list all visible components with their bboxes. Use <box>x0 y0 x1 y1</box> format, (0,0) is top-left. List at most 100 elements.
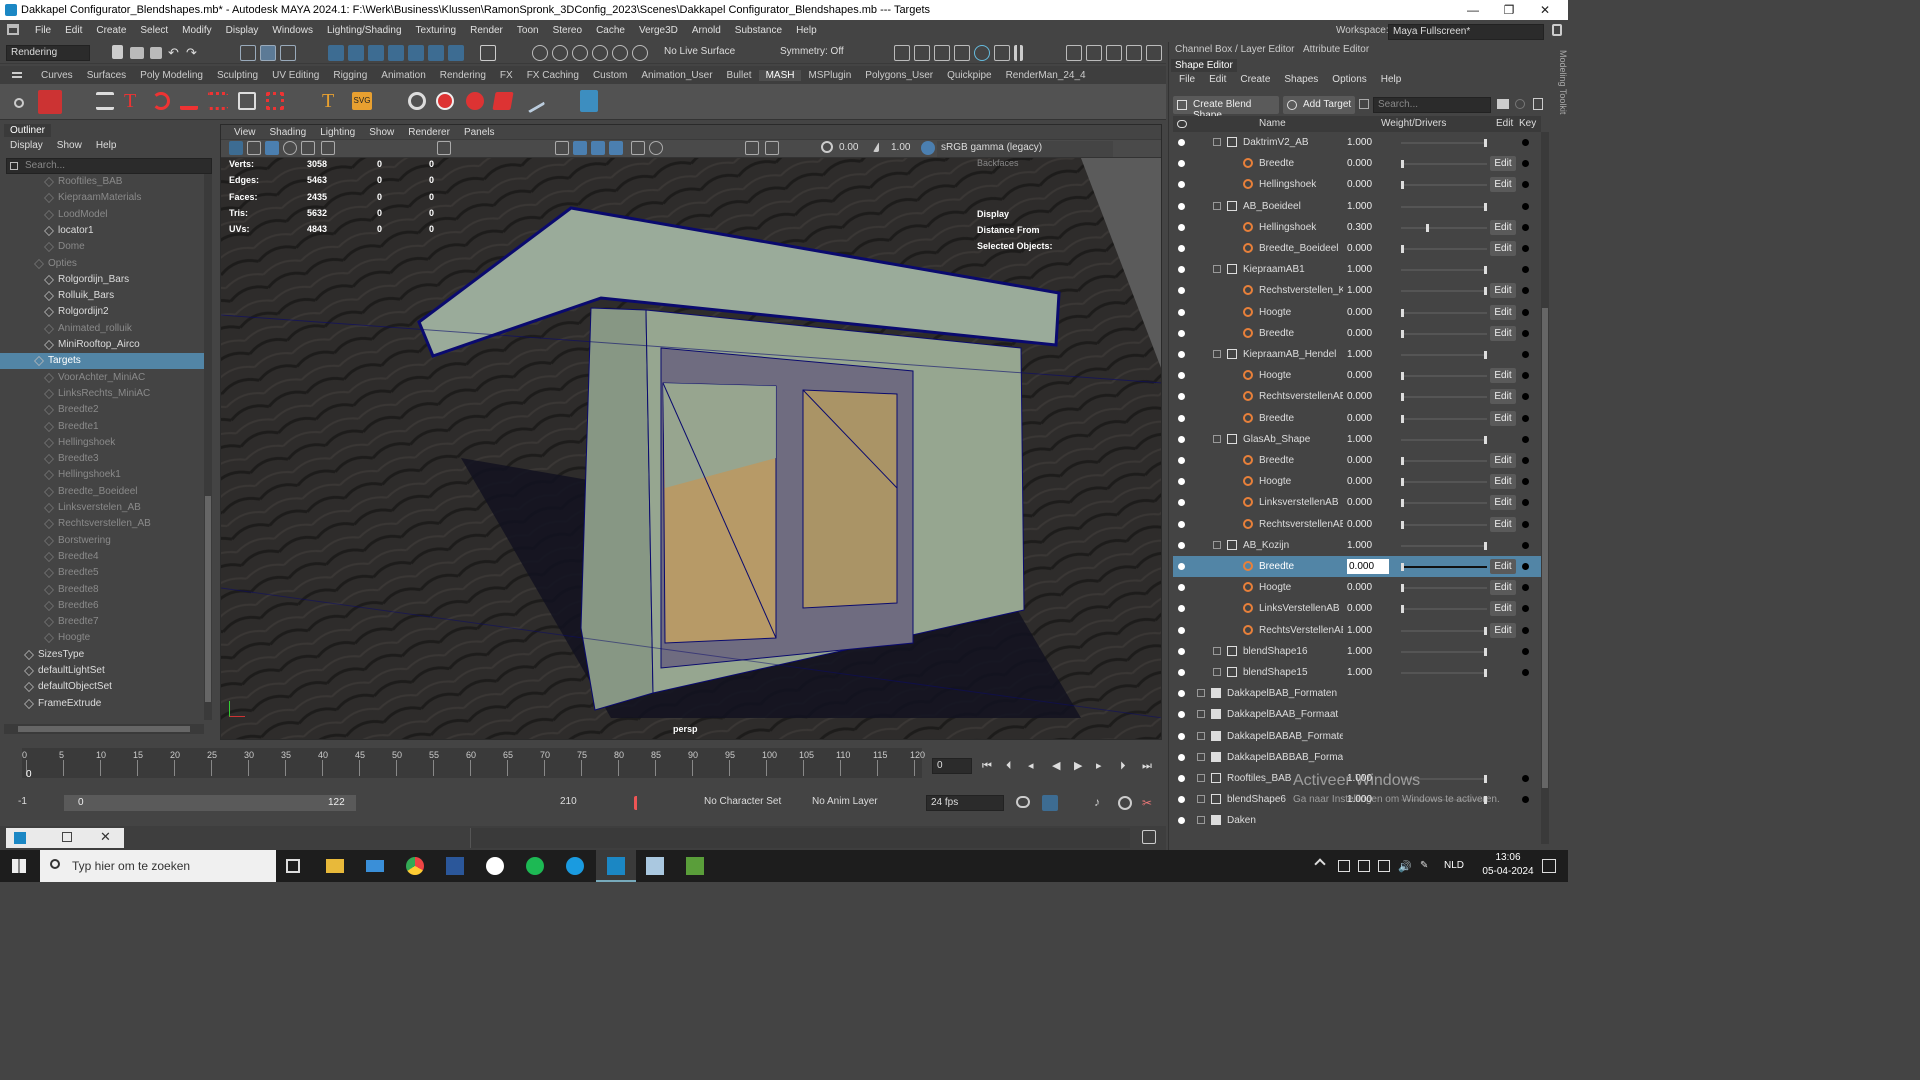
close-preview-icon[interactable]: ✕ <box>100 829 111 845</box>
outliner-menu-show[interactable]: Show <box>57 140 82 151</box>
volume-icon[interactable]: 🔊 <box>1398 860 1412 873</box>
edit-button[interactable]: Edit <box>1490 368 1516 384</box>
target-row[interactable]: Hoogte 0.000 Edit <box>1173 302 1541 323</box>
shelf-tab-7[interactable]: Rendering <box>433 70 493 81</box>
outliner-menu-display[interactable]: Display <box>10 140 43 151</box>
key-icon[interactable] <box>1522 775 1529 782</box>
expand-icon[interactable] <box>1197 731 1205 740</box>
menu-item-13[interactable]: Verge3D <box>632 25 685 36</box>
symmetry-dropdown[interactable]: Symmetry: Off <box>776 45 860 61</box>
tab-channel-box[interactable]: Channel Box / Layer Editor <box>1175 44 1295 55</box>
range-inner-start[interactable]: 0 <box>78 797 84 808</box>
script-editor-icon[interactable] <box>1142 830 1156 844</box>
menu-item-2[interactable]: Create <box>89 25 133 36</box>
visibility-icon[interactable] <box>1178 181 1185 189</box>
tool-settings-icon[interactable] <box>1106 45 1122 61</box>
folder-row[interactable]: DakkapelBAAB_Formaat <box>1173 704 1541 725</box>
shelf-settings-icon[interactable] <box>14 98 24 108</box>
weight-field[interactable]: 1.000 <box>1347 429 1389 450</box>
expand-icon[interactable] <box>1197 710 1205 719</box>
menu-item-6[interactable]: Windows <box>265 25 320 36</box>
visibility-icon[interactable] <box>1178 266 1185 274</box>
folder-row[interactable]: DakkapelBAB_Formaten <box>1173 683 1541 704</box>
arnold-render-icon[interactable] <box>994 45 1010 61</box>
new-folder-icon[interactable] <box>1497 99 1509 109</box>
home-icon[interactable] <box>7 24 19 35</box>
visibility-icon[interactable] <box>1178 202 1185 210</box>
step-back-icon[interactable]: ◂ <box>1028 758 1044 774</box>
key-icon[interactable] <box>1522 181 1529 189</box>
key-icon[interactable] <box>1522 605 1529 613</box>
menu-item-12[interactable]: Cache <box>589 25 632 36</box>
shelf-tab-8[interactable]: FX <box>493 70 520 81</box>
expand-icon[interactable] <box>1197 752 1205 761</box>
save-scene-icon[interactable] <box>150 47 162 59</box>
collapse-icon[interactable] <box>1213 265 1221 274</box>
weight-slider[interactable] <box>1401 541 1487 550</box>
blendshape-row[interactable]: blendShape15 1.000 <box>1173 662 1541 683</box>
se-menu-shapes[interactable]: Shapes <box>1284 74 1318 85</box>
range-inner-end[interactable]: 122 <box>328 797 345 808</box>
outliner-row[interactable]: Linksverstelen_AB <box>0 500 204 516</box>
edit-button[interactable]: Edit <box>1490 474 1516 490</box>
shelf-tab-9[interactable]: FX Caching <box>520 70 586 81</box>
outliner-row[interactable]: Hoogte <box>0 630 204 646</box>
menu-item-16[interactable]: Help <box>789 25 824 36</box>
edit-button[interactable]: Edit <box>1490 495 1516 511</box>
outliner-row[interactable]: Breedte6 <box>0 598 204 614</box>
input-ops-icon[interactable] <box>532 45 548 61</box>
wunderlist-icon[interactable] <box>486 857 504 875</box>
weight-field[interactable]: 1.000 <box>1347 196 1389 217</box>
shelf-tab-5[interactable]: Rigging <box>326 70 374 81</box>
edit-button[interactable]: Edit <box>1490 283 1516 299</box>
weight-slider[interactable] <box>1401 457 1487 465</box>
script-output-field[interactable] <box>470 828 1130 848</box>
new-scene-icon[interactable] <box>112 45 123 59</box>
blendshape-row[interactable]: AB_Boeideel 1.000 <box>1173 196 1541 217</box>
visibility-icon[interactable] <box>1178 775 1185 782</box>
blendshape-row[interactable]: KiepraamAB1 1.000 <box>1173 259 1541 280</box>
weight-slider[interactable] <box>1401 308 1487 317</box>
weight-slider[interactable] <box>1401 520 1487 529</box>
expand-icon[interactable] <box>1197 816 1205 825</box>
key-icon[interactable] <box>1522 584 1529 592</box>
outliner-row[interactable]: defaultObjectSet <box>0 679 204 695</box>
target-row[interactable]: RechtsverstellenAB_H 0.000 Edit <box>1173 386 1541 407</box>
range-bar[interactable]: 0 122 <box>64 795 356 811</box>
add-target-button[interactable]: Add Target <box>1283 96 1355 114</box>
shelf-tab-3[interactable]: Sculpting <box>210 70 265 81</box>
magnet-icon[interactable] <box>592 45 608 61</box>
mash-points-icon[interactable] <box>266 92 284 110</box>
blendshape-row[interactable]: GlasAb_Shape 1.000 <box>1173 429 1541 450</box>
ipr-icon[interactable] <box>612 45 628 61</box>
outliner-row[interactable]: Hellingshoek1 <box>0 467 204 483</box>
mash-repro-icon[interactable] <box>152 92 170 110</box>
key-icon[interactable] <box>1522 308 1529 316</box>
weight-field[interactable]: 0.000 <box>1347 577 1389 598</box>
playback-options-icon[interactable] <box>1118 796 1132 810</box>
outliner-row[interactable]: VoorAchter_MiniAC <box>0 370 204 386</box>
auto-key-icon[interactable] <box>634 796 646 810</box>
weight-field[interactable]: 0.000 <box>1347 323 1389 344</box>
shelf-tab-15[interactable]: Polygons_User <box>858 70 940 81</box>
edit-button[interactable]: Edit <box>1490 241 1516 256</box>
svg-tool-icon[interactable]: SVG <box>352 92 372 110</box>
mash-grid-icon[interactable] <box>238 92 256 110</box>
edit-button[interactable]: Edit <box>1490 580 1516 596</box>
outliner-menu-help[interactable]: Help <box>96 140 117 151</box>
edit-button[interactable]: Edit <box>1490 219 1516 235</box>
target-row[interactable]: Hellingshoek 0.000 Edit <box>1173 174 1541 195</box>
spotify-icon[interactable] <box>526 857 544 875</box>
folder-row[interactable]: Daken <box>1173 810 1541 831</box>
weight-slider[interactable] <box>1401 287 1487 296</box>
outliner-row[interactable]: defaultLightSet <box>0 663 204 679</box>
paint-select-icon[interactable] <box>280 45 296 61</box>
edit-button[interactable]: Edit <box>1490 156 1516 172</box>
shelf-tab-17[interactable]: RenderMan_24_4 <box>999 70 1093 81</box>
weight-field[interactable]: 0.000 <box>1347 386 1389 407</box>
visibility-icon[interactable] <box>1178 732 1185 740</box>
weight-slider[interactable] <box>1401 605 1487 614</box>
redo-icon[interactable]: ↷ <box>186 45 202 61</box>
layers-icon[interactable] <box>1146 45 1162 61</box>
step-forward-key-icon[interactable]: ⏵ <box>1120 758 1136 774</box>
